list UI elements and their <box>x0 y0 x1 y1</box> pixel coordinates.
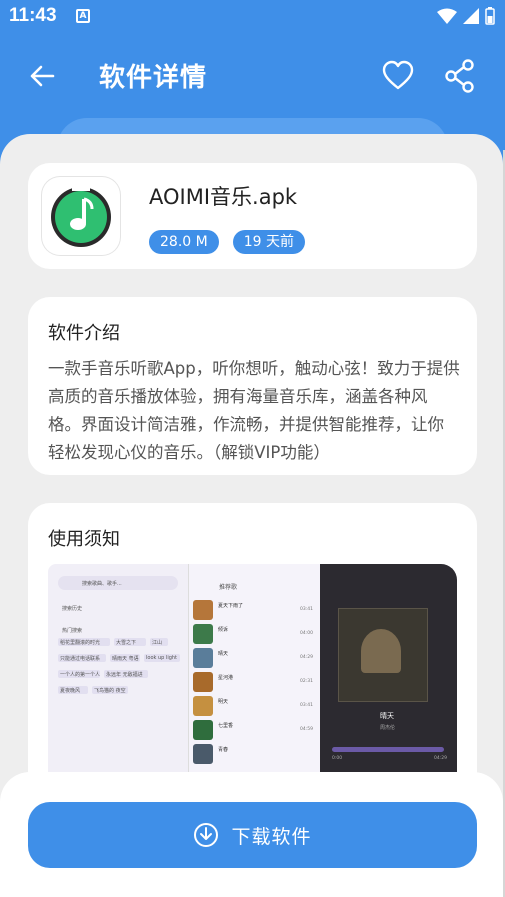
mini-song-thumb <box>193 672 213 692</box>
mini-time-start: 0:00 <box>332 756 343 761</box>
intro-title: 软件介绍 <box>48 323 120 344</box>
screenshot-player[interactable]: 晴天 周杰伦 0:00 04:29 <box>320 564 457 804</box>
mini-song-name: 倾诉 <box>218 627 229 633</box>
mini-song-name: 明天 <box>218 699 229 705</box>
mini-song-thumb <box>193 696 213 716</box>
music-note-icon <box>51 183 111 247</box>
mini-song-time: 03:41 <box>300 703 313 708</box>
mini-song-name: 青春 <box>218 747 229 753</box>
download-label: 下载软件 <box>231 825 312 848</box>
mini-song-time: 04:59 <box>300 727 313 732</box>
mini-song-row: 晴天 04:29 <box>193 648 317 670</box>
app-info-card: AOIMI音乐.apk 28.0 M 19 天前 <box>28 163 477 269</box>
notification-icon: A <box>76 9 90 23</box>
app-name: AOIMI音乐.apk <box>149 185 298 209</box>
mini-song-row: 青春 <box>193 744 317 766</box>
screenshots-gallery[interactable]: 搜索歌曲、歌手... 搜索历史 热门搜索 稻花里翻滚的时光 大雪之下 江山 只能… <box>48 564 457 804</box>
size-badge: 28.0 M <box>149 230 219 254</box>
status-icons <box>437 6 495 26</box>
mini-chip-text: 稻花里翻滚的时光 <box>60 640 101 646</box>
mini-chip-text: 夏夜晚风 <box>60 688 81 694</box>
mini-song-row: 七里香 04:59 <box>193 720 317 742</box>
mini-song-thumb <box>193 600 213 620</box>
bottom-bar: 下载软件 <box>0 772 503 897</box>
mini-search-placeholder: 搜索歌曲、歌手... <box>82 581 122 587</box>
mini-album-cover <box>338 608 428 702</box>
screenshot-list[interactable]: 推荐歌 夏天下雨了 03:41 倾诉 04:00 晴天 04:29 星河港 02:31 … <box>188 564 320 804</box>
mini-list-title: 推荐歌 <box>219 584 238 591</box>
mini-chip-text: 一个人的第一个人 <box>60 672 101 678</box>
mini-song-time: 04:29 <box>300 655 313 660</box>
cellular-icon <box>463 8 479 24</box>
download-button[interactable]: 下载软件 <box>28 802 477 868</box>
wifi-icon <box>437 8 457 24</box>
mini-chip-text: look up light <box>146 655 178 661</box>
mini-song-thumb <box>193 744 213 764</box>
battery-icon <box>485 7 495 25</box>
download-icon <box>194 823 219 847</box>
page-title: 软件详情 <box>99 63 208 93</box>
mini-song-thumb <box>193 624 213 644</box>
mini-song-time: 03:41 <box>300 607 313 612</box>
mini-chip-text: 只能通过电话联系 <box>60 656 101 662</box>
mini-chip-text: 飞鸟猫的 夜空 <box>94 688 126 694</box>
mini-song-name: 七里香 <box>218 723 234 729</box>
mini-song-row: 夏天下雨了 03:41 <box>193 600 317 622</box>
back-arrow-icon[interactable] <box>26 60 58 92</box>
status-bar: 11:43 A <box>0 0 505 34</box>
mini-song-name: 晴天 <box>218 651 229 657</box>
share-icon[interactable] <box>444 59 476 93</box>
mini-song-time: 04:00 <box>300 631 313 636</box>
mini-chip-text: 大雪之下 <box>116 640 137 646</box>
app-badges: 28.0 M 19 天前 <box>149 230 305 254</box>
mini-artist: 周杰伦 <box>380 725 396 731</box>
mini-song-thumb <box>193 720 213 740</box>
mini-progress <box>332 747 444 752</box>
mini-song-row: 明天 03:41 <box>193 696 317 718</box>
status-time: 11:43 <box>9 5 57 26</box>
mini-time-end: 04:29 <box>434 756 447 761</box>
mini-song-row: 星河港 02:31 <box>193 672 317 694</box>
intro-text: 一款手音乐听歌App，听你想听，触动心弦！致力于提供高质的音乐播放体验，拥有海量… <box>48 359 460 462</box>
mini-song-time: 02:31 <box>300 679 313 684</box>
updated-badge: 19 天前 <box>232 230 305 254</box>
mini-song-name: 夏天下雨了 <box>218 603 244 609</box>
mini-song-row: 倾诉 04:00 <box>193 624 317 646</box>
screenshot-search[interactable]: 搜索歌曲、歌手... 搜索历史 热门搜索 稻花里翻滚的时光 大雪之下 江山 只能… <box>48 564 188 804</box>
mini-chip-text: 永远年 无敌福进 <box>106 672 143 678</box>
mini-song-name: 星河港 <box>218 675 234 681</box>
app-icon <box>42 177 120 255</box>
notice-title: 使用须知 <box>48 529 120 550</box>
mini-hot-label: 热门搜索 <box>62 628 83 634</box>
mini-song-thumb <box>193 648 213 668</box>
mini-chip-text: 晴雨天 粤语 <box>112 656 139 662</box>
mini-song-title: 晴天 <box>380 712 394 720</box>
intro-card: 软件介绍 一款手音乐听歌App，听你想听，触动心弦！致力于提供高质的音乐播放体验… <box>28 297 477 475</box>
favorite-heart-icon[interactable] <box>382 60 414 92</box>
app-bar: 软件详情 <box>0 40 505 112</box>
mini-history-label: 搜索历史 <box>62 606 83 612</box>
mini-chip-text: 江山 <box>152 640 163 646</box>
